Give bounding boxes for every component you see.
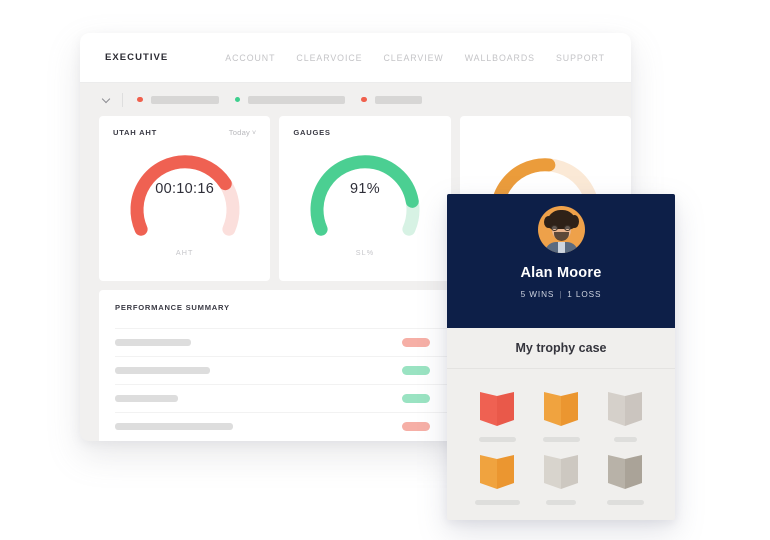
nav-link-support[interactable]: SUPPORT <box>556 53 605 63</box>
row-name-placeholder <box>115 423 233 430</box>
avatar-beard <box>553 232 569 241</box>
dashboard-subtoolbar <box>80 83 631 116</box>
status-dot-red <box>137 96 143 103</box>
gauge-label: AHT <box>175 248 194 257</box>
gauge-arc: 91% <box>305 143 425 239</box>
status-badge <box>402 338 430 347</box>
wins-count: 5 WINS <box>520 290 555 299</box>
losses-count: 1 LOSS <box>567 290 602 299</box>
badge-label-placeholder <box>474 500 520 505</box>
brand-title: EXECUTIVE <box>105 52 169 63</box>
gauge-value: 00:10:16 <box>155 181 215 197</box>
gauge-container: 91% SL% <box>293 143 436 257</box>
gauge-label: SL% <box>355 248 375 257</box>
period-dropdown[interactable]: Today ˅ <box>229 128 257 137</box>
toolbar-chip-1[interactable] <box>137 95 219 104</box>
placeholder-bar <box>150 95 219 104</box>
badge-label-placeholder <box>542 437 580 442</box>
chevron-down-icon: ˅ <box>252 130 257 137</box>
win-loss-stats: 5 WINS | 1 LOSS <box>521 290 602 299</box>
toolbar-chip-3[interactable] <box>361 95 422 104</box>
badge-label-placeholder <box>606 500 644 505</box>
ribbon-badge-icon <box>544 392 578 426</box>
trophy-badge[interactable] <box>529 389 593 442</box>
avatar <box>537 206 585 253</box>
screenshot-root: EXECUTIVE ACCOUNT CLEARVOICE CLEARVIEW W… <box>0 0 770 540</box>
placeholder-bar <box>248 95 345 104</box>
ribbon-badge-icon <box>608 455 642 489</box>
badge-label-placeholder <box>613 437 637 442</box>
table-cell <box>380 422 452 431</box>
trophy-badge[interactable] <box>465 389 529 442</box>
gauge-container: 00:10:16 AHT <box>113 143 256 257</box>
gauge-value: 91% <box>350 181 380 197</box>
glasses-icon <box>551 225 571 231</box>
trophy-badge[interactable] <box>593 389 657 442</box>
badge-label-placeholder <box>478 437 516 442</box>
toolbar-divider <box>122 92 123 107</box>
status-badge <box>402 394 430 403</box>
trophy-case-header: My trophy case <box>447 328 675 369</box>
badge-label-placeholder <box>546 500 576 505</box>
nav-link-wallboards[interactable]: WALLBOARDS <box>465 53 535 63</box>
table-cell <box>380 366 452 375</box>
gauge-card-gauges: GAUGES 91% SL% <box>279 116 451 281</box>
nav-link-account[interactable]: ACCOUNT <box>225 53 275 63</box>
card-header: GAUGES <box>293 128 436 137</box>
trophy-card: Alan Moore 5 WINS | 1 LOSS My trophy case <box>447 194 675 520</box>
placeholder-bar <box>374 95 422 104</box>
status-badge <box>402 422 430 431</box>
status-dot-red <box>361 96 367 103</box>
table-cell <box>380 338 452 347</box>
nav-link-clearview[interactable]: CLEARVIEW <box>383 53 443 63</box>
card-header: UTAH AHT Today ˅ <box>113 128 256 137</box>
period-label: Today <box>228 128 251 137</box>
toolbar-chip-2[interactable] <box>234 95 345 104</box>
trophy-badge[interactable] <box>465 452 529 505</box>
ribbon-badge-icon <box>480 455 514 489</box>
card-title: UTAH AHT <box>113 128 157 137</box>
card-title: GAUGES <box>293 128 331 137</box>
chevron-down-icon[interactable] <box>103 95 112 104</box>
row-name-placeholder <box>115 367 210 374</box>
trophy-badge[interactable] <box>593 452 657 505</box>
main-navigation: ACCOUNT CLEARVOICE CLEARVIEW WALLBOARDS … <box>225 53 605 63</box>
user-name: Alan Moore <box>520 265 602 281</box>
gauge-card-utah-aht: UTAH AHT Today ˅ 00:10:16 AHT <box>99 116 271 281</box>
row-name-placeholder <box>115 395 178 402</box>
trophy-case-title: My trophy case <box>515 341 607 355</box>
status-badge <box>402 366 430 375</box>
nav-link-clearvoice[interactable]: CLEARVOICE <box>296 53 362 63</box>
avatar-body <box>544 242 578 253</box>
table-cell <box>380 394 452 403</box>
status-dot-green <box>234 96 240 103</box>
row-name-placeholder <box>115 339 191 346</box>
gauge-arc: 00:10:16 <box>125 143 245 239</box>
ribbon-badge-icon <box>480 392 514 426</box>
trophy-card-header: Alan Moore 5 WINS | 1 LOSS <box>447 194 675 328</box>
trophy-badge-grid <box>447 369 675 505</box>
trophy-badge[interactable] <box>529 452 593 505</box>
ribbon-badge-icon <box>544 455 578 489</box>
stats-separator: | <box>559 290 563 299</box>
dashboard-topbar: EXECUTIVE ACCOUNT CLEARVOICE CLEARVIEW W… <box>80 33 631 83</box>
ribbon-badge-icon <box>608 392 642 426</box>
